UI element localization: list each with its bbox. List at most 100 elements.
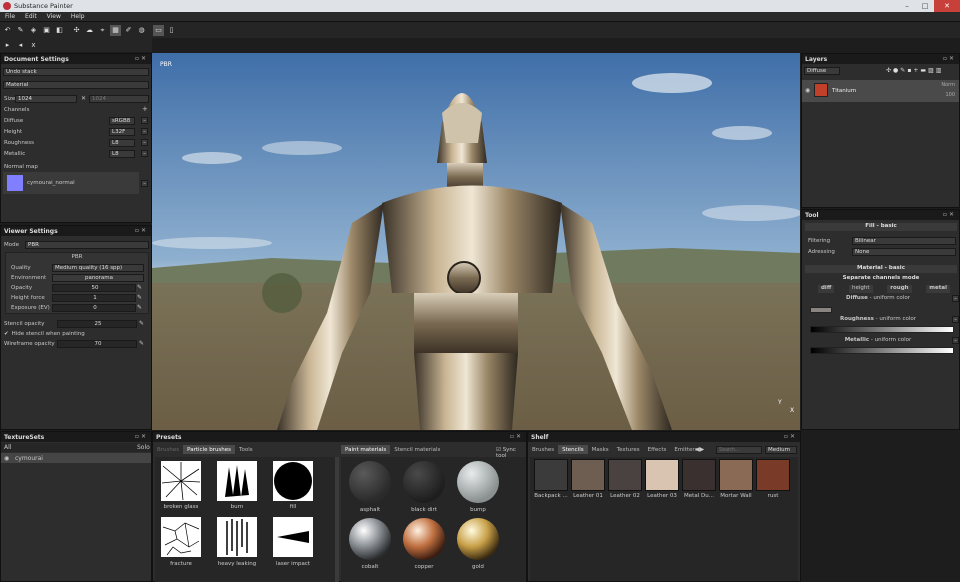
environment-field[interactable]: panorama — [52, 274, 144, 282]
3d-viewport[interactable]: PBR Y X — [152, 53, 800, 430]
maximize-icon[interactable]: □ — [916, 0, 934, 12]
panel-close-icon[interactable]: ▫✕ — [135, 433, 148, 440]
edit-icon[interactable]: ✎ — [139, 340, 144, 347]
clone-icon[interactable]: ⌖ — [97, 25, 108, 36]
shelf-tab-stencils[interactable]: Stencils — [558, 445, 588, 454]
hide-stencil-row[interactable]: ✔ Hide stencil when painting — [4, 330, 85, 338]
channel-format-roughness[interactable]: L8 — [109, 139, 135, 147]
panel-close-icon[interactable]: ▫✕ — [943, 55, 956, 62]
size-select[interactable]: 1024 — [15, 95, 77, 103]
tab-tools[interactable]: Tools — [235, 445, 257, 454]
chan-diff-button[interactable]: diff — [818, 285, 835, 293]
color-picker-icon[interactable]: ✐ — [123, 25, 134, 36]
normal-map-slot[interactable]: cymourai_normal — [3, 172, 139, 194]
shelf-tab-textures[interactable]: Textures — [613, 445, 644, 454]
menu-view[interactable]: View — [42, 13, 66, 20]
brush-thumb-heavy-leaking[interactable] — [217, 517, 257, 557]
shelf-tab-masks[interactable]: Masks — [588, 445, 613, 454]
brush-thumb-fracture[interactable] — [161, 517, 201, 557]
brush-icon[interactable]: ✎ — [15, 25, 26, 36]
menu-edit[interactable]: Edit — [20, 13, 42, 20]
checkbox-icon[interactable]: ✔ — [4, 331, 9, 337]
remove-channel-icon[interactable]: – — [141, 128, 148, 135]
remove-channel-icon[interactable]: – — [141, 150, 148, 157]
channel-row-height[interactable]: Height — [4, 128, 22, 136]
visibility-icon[interactable]: ◉ — [805, 87, 810, 94]
view-2d-icon[interactable]: ▭ — [153, 24, 164, 36]
minimize-icon[interactable]: – — [898, 0, 916, 12]
layer-row[interactable]: ◉ Titanium Norm 100 — [802, 80, 959, 102]
edit-icon[interactable]: ✎ — [137, 304, 142, 311]
remove-channel-icon[interactable]: – — [141, 117, 148, 124]
metallic-slider[interactable] — [810, 347, 954, 354]
chan-metal-button[interactable]: metal — [926, 285, 950, 293]
material-thumb-cobalt[interactable] — [349, 518, 391, 560]
play-icon[interactable]: ▸ — [2, 40, 13, 51]
panel-close-icon[interactable]: ▫✕ — [135, 227, 148, 234]
thumb-size-select[interactable]: Medium — [765, 446, 797, 454]
duplicate-icon[interactable]: ▨ — [928, 67, 936, 74]
material-thumb-copper[interactable] — [403, 518, 445, 560]
material-picker-icon[interactable]: ◍ — [136, 25, 147, 36]
material-thumb-asphalt[interactable] — [349, 461, 391, 503]
material-basic-header[interactable]: Material - basic — [805, 265, 957, 273]
brush-thumb-burn[interactable] — [217, 461, 257, 501]
brush-thumb-fill[interactable] — [273, 461, 313, 501]
filtering-select[interactable]: Bilinear — [852, 237, 956, 245]
menu-help[interactable]: Help — [66, 13, 90, 20]
opacity-slider[interactable]: 50 — [52, 284, 136, 292]
projection-icon[interactable]: ▣ — [41, 25, 52, 36]
panel-close-icon[interactable]: ▫✕ — [135, 55, 148, 62]
smudge-icon[interactable]: ☁ — [84, 25, 95, 36]
collapse-icon[interactable]: – — [952, 295, 959, 302]
textureset-row[interactable]: ◉ cymourai — [1, 453, 151, 463]
brush-thumb-laser-impact[interactable] — [273, 517, 313, 557]
collapse-icon[interactable]: – — [952, 337, 959, 344]
shelf-tab-brushes[interactable]: Brushes — [528, 445, 558, 454]
shelf-item-thumb[interactable] — [756, 459, 790, 491]
close-icon[interactable]: ✕ — [934, 0, 960, 12]
quality-select[interactable]: Medium quality (16 spp) — [52, 264, 144, 272]
panel-close-icon[interactable]: ▫✕ — [784, 433, 797, 440]
chan-height-button[interactable]: height — [849, 285, 873, 293]
brush-thumb-broken-glass[interactable] — [161, 461, 201, 501]
add-effect-icon[interactable]: ✣ — [886, 67, 893, 74]
remove-channel-icon[interactable]: – — [141, 139, 148, 146]
shelf-item-thumb[interactable] — [571, 459, 605, 491]
channel-format-diffuse[interactable]: sRGB8 — [109, 117, 135, 125]
roughness-slider[interactable] — [810, 326, 954, 333]
material-thumb-black-dirt[interactable] — [403, 461, 445, 503]
layer-opacity[interactable]: 100 — [945, 92, 955, 98]
view-3d-icon[interactable]: ▯ — [166, 25, 177, 36]
particle-icon[interactable]: ✣ — [71, 25, 82, 36]
edit-icon[interactable]: ✎ — [137, 294, 142, 301]
visibility-icon[interactable]: ◉ — [4, 455, 9, 462]
exposure-slider[interactable]: 0 — [52, 304, 136, 312]
channel-row-roughness[interactable]: Roughness — [4, 139, 34, 147]
channel-row-metallic[interactable]: Metallic — [4, 150, 25, 158]
adressing-select[interactable]: None — [852, 248, 956, 256]
symmetry-icon[interactable]: ◂ — [15, 40, 26, 51]
fill-basic-header[interactable]: Fill - basic — [805, 223, 957, 231]
tab-paint-materials[interactable]: Paint materials — [341, 445, 391, 454]
shelf-tab-effects[interactable]: Effects — [644, 445, 671, 454]
channel-format-metallic[interactable]: L8 — [109, 150, 135, 158]
tab-particle-brushes[interactable]: Particle brushes — [183, 445, 236, 454]
shelf-item-thumb[interactable] — [682, 459, 716, 491]
shelf-item-thumb[interactable] — [719, 459, 753, 491]
material-thumb-gold[interactable] — [457, 518, 499, 560]
stencil-opacity-slider[interactable]: 25 — [57, 320, 137, 328]
size-select-2[interactable]: 1024 — [89, 95, 149, 103]
link-icon[interactable]: ✕ — [81, 95, 86, 102]
channel-format-height[interactable]: L32F — [109, 128, 135, 136]
wireframe-opacity-slider[interactable]: 70 — [57, 340, 137, 348]
tab-brushes[interactable]: Brushes — [153, 445, 183, 454]
menu-file[interactable]: File — [0, 13, 20, 20]
edit-icon[interactable]: ✎ — [139, 320, 144, 327]
remove-normal-icon[interactable]: – — [141, 180, 148, 187]
edit-icon[interactable]: ✎ — [137, 284, 142, 291]
shelf-item-thumb[interactable] — [608, 459, 642, 491]
collapse-icon[interactable]: – — [952, 316, 959, 323]
shelf-item-thumb[interactable] — [534, 459, 568, 491]
material-field[interactable]: Material — [3, 81, 149, 89]
